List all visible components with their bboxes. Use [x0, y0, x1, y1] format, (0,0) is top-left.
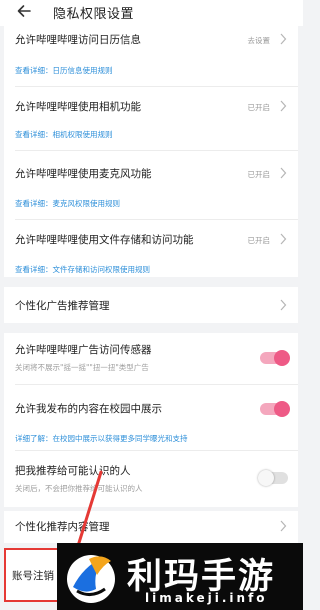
- recommend-me-title: 把我推荐给可能认识的人: [15, 465, 131, 477]
- toggle-card: 允许哔哩哔哩广告访问传感器 关闭将不展示"摇一摇""扭一扭"类型广告 允许我发布…: [4, 333, 298, 507]
- chevron-right-icon[interactable]: [279, 233, 287, 245]
- microphone-permission-status: 已开启: [247, 170, 271, 179]
- watermark-url: limakeji.info: [145, 591, 268, 605]
- divider: [15, 384, 298, 385]
- toggle-knob: [258, 470, 274, 486]
- microphone-rules-link[interactable]: 查看详细：麦克风权限使用规则: [15, 198, 120, 209]
- chevron-right-icon[interactable]: [279, 299, 287, 311]
- divider: [15, 450, 298, 451]
- content-management-title: 个性化推荐内容管理: [15, 521, 110, 533]
- campus-learn-more-link[interactable]: 详细了解：在校园中展示以获得更多同学曝光和支持: [15, 433, 188, 444]
- toggle-knob: [274, 401, 290, 417]
- account-deletion-row[interactable]: 账号注销: [4, 548, 64, 602]
- recommend-description: 关闭后，不会把你推荐给可能认识的人: [15, 484, 143, 493]
- account-deletion-title: 账号注销: [12, 570, 54, 582]
- divider: [15, 86, 298, 87]
- ad-management-row[interactable]: 个性化广告推荐管理: [4, 287, 298, 323]
- microphone-permission-title[interactable]: 允许哔哩哔哩使用麦克风功能: [15, 166, 152, 181]
- chevron-right-icon[interactable]: [279, 33, 287, 45]
- camera-rules-link[interactable]: 查看详细：相机权限使用规则: [15, 129, 113, 140]
- storage-permission-title[interactable]: 允许哔哩哔哩使用文件存储和访问功能: [15, 232, 194, 247]
- watermark-logo: [67, 555, 115, 603]
- sensor-toggle[interactable]: [260, 350, 290, 366]
- chevron-right-icon[interactable]: [279, 167, 287, 179]
- campus-display-title: 允许我发布的内容在校园中展示: [15, 403, 162, 415]
- sensor-description: 关闭将不展示"摇一摇""扭一扭"类型广告: [15, 363, 149, 372]
- chevron-right-icon[interactable]: [279, 520, 287, 532]
- calendar-rules-link[interactable]: 查看详细：日历信息使用规则: [15, 65, 113, 76]
- back-arrow-icon[interactable]: [16, 3, 32, 19]
- camera-permission-title[interactable]: 允许哔哩哔哩使用相机功能: [15, 99, 141, 114]
- calendar-permission-status: 去设置: [247, 36, 271, 45]
- top-bar: 隐私权限设置: [0, 0, 303, 26]
- recommend-toggle[interactable]: [258, 470, 288, 486]
- divider: [15, 219, 298, 220]
- calendar-permission-title[interactable]: 允许哔哩哔哩访问日历信息: [15, 32, 141, 47]
- campus-toggle[interactable]: [260, 401, 290, 417]
- page-title: 隐私权限设置: [53, 7, 135, 22]
- ad-management-title: 个性化广告推荐管理: [15, 300, 110, 312]
- divider: [15, 150, 298, 151]
- content-management-row[interactable]: 个性化推荐内容管理: [4, 511, 298, 543]
- storage-rules-link[interactable]: 查看详细：文件存储和访问权限使用规则: [15, 264, 150, 275]
- storage-permission-status: 已开启: [247, 236, 271, 245]
- camera-permission-status: 已开启: [247, 103, 271, 112]
- watermark-banner: 利玛手游 limakeji.info: [57, 543, 303, 610]
- toggle-knob: [274, 350, 290, 366]
- permission-card: 允许哔哩哔哩访问日历信息 去设置 查看详细：日历信息使用规则 允许哔哩哔哩使用相…: [4, 26, 298, 277]
- sensor-permission-title: 允许哔哩哔哩广告访问传感器: [15, 344, 152, 356]
- chevron-right-icon[interactable]: [279, 100, 287, 112]
